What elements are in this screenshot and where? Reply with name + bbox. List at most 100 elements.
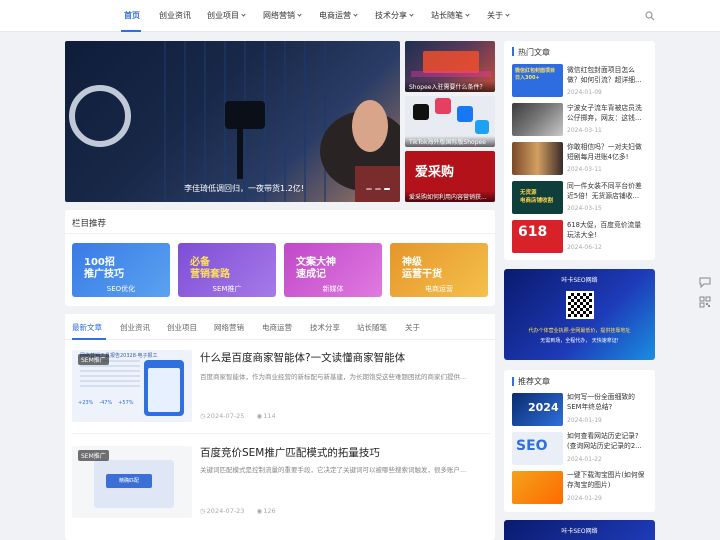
tab-startup-news[interactable]: 创业资讯	[120, 322, 150, 333]
thumb-text: 无货源 电商店铺收割	[520, 190, 554, 204]
nav-home[interactable]: 首页	[124, 10, 140, 21]
hot-title[interactable]: 宁波女子流车背被店员洗公仔掷弃，网友：这钱...	[567, 104, 647, 123]
qr-code-icon[interactable]	[697, 294, 713, 310]
clock-icon: ◷	[200, 507, 206, 515]
thumb-text: 2024	[528, 401, 559, 414]
side-feature-2[interactable]: TikTok海外版国际版Shopee	[405, 96, 495, 147]
article-title[interactable]: 什么是百度商家智能体?一文读懂商家智能体	[200, 350, 405, 365]
section-title: 热门文章	[518, 48, 550, 57]
hero-image	[69, 41, 400, 202]
recommend-date: 2024-01-22	[567, 456, 602, 463]
nav-about[interactable]: 关于	[487, 10, 510, 21]
article-title[interactable]: 百度竞价SEM推广匹配模式的拓量技巧	[200, 445, 380, 460]
recommend-thumb[interactable]: SEO	[512, 432, 563, 465]
eye-icon: ◉	[256, 507, 263, 515]
hot-thumb[interactable]	[512, 142, 563, 175]
slider-caption: 李佳琦低调回归，一夜带货1.2亿!	[184, 184, 304, 193]
ad-banner-2[interactable]: 咔卡SEO网络	[504, 520, 655, 540]
category-tag[interactable]: SEM推广	[78, 450, 109, 461]
article-views: 126	[263, 507, 276, 515]
section-title: 栏目推荐	[72, 219, 107, 229]
category-tag[interactable]: SEM推广	[78, 354, 109, 365]
tile-headline: 文案大神 速成记	[296, 257, 336, 280]
hot-thumb[interactable]: 微信红包封面项目 日入300+	[512, 64, 563, 97]
article-desc: 百度商家智能体，作为商业经营的新标配与新基建，为长期饱受这些难题困扰的商家们提供…	[200, 373, 467, 381]
chevron-down-icon	[297, 12, 302, 17]
side-feature-3[interactable]: 爱采购 爱采购如何利用内容营销获...	[405, 151, 495, 202]
tab-latest[interactable]: 最新文章	[72, 322, 102, 333]
nav-label: 创业项目	[207, 11, 239, 20]
nav-tech[interactable]: 技术分享	[375, 10, 414, 21]
top-nav: 首页 创业资讯 创业项目 网络营销 电商运营 技术分享 站长随笔 关于	[0, 0, 720, 32]
nav-ecommerce[interactable]: 电商运营	[319, 10, 358, 21]
nav-blog[interactable]: 站长随笔	[431, 10, 470, 21]
article-thumb[interactable]: 精确匹配 SEM推广	[72, 446, 192, 518]
stat: -47%	[99, 400, 113, 406]
slider-dot[interactable]	[366, 188, 372, 190]
chat-icon[interactable]	[697, 274, 713, 290]
phone-mockup	[144, 360, 184, 416]
recommend-title[interactable]: 如何查看网站历史记录?(查询网站历史记录的2...	[567, 432, 647, 451]
nav-label: 首页	[124, 11, 140, 20]
ad-banner[interactable]: 咔卡SEO网络 代办个体营业执照-全网最低价，提供挂靠地址 无需到场，全程代办，…	[504, 269, 655, 360]
hot-title[interactable]: 微信红包封面项目怎么做？如何引流？超详细...	[567, 66, 647, 85]
tile-label: 电商运营	[425, 285, 453, 293]
stat: +57%	[118, 400, 134, 406]
article-desc: 关键词匹配模式是控制流量的重要手段，它决定了关键词可以被哪些搜索词触发，很多账户…	[200, 466, 467, 474]
hot-thumb[interactable]: 无货源 电商店铺收割	[512, 181, 563, 214]
tab-startup-projects[interactable]: 创业项目	[167, 322, 197, 333]
hot-title[interactable]: 618大促，百度竞价流量玩法大全!	[567, 221, 647, 240]
stat: +23%	[78, 400, 94, 406]
nav-label: 创业资讯	[159, 11, 191, 20]
tab-about[interactable]: 关于	[405, 322, 420, 333]
tile-headline: 100招 推广技巧	[84, 257, 124, 280]
recommend-thumb[interactable]	[512, 471, 563, 504]
article-thumb[interactable]: 网络营销工具报告20328·电子报工 +23% -47% +57% SEM推广	[72, 350, 192, 422]
side-feature-1[interactable]: Shopee入驻需要什么条件？	[405, 41, 495, 92]
section-title: 推荐文章	[518, 377, 550, 386]
search-icon[interactable]	[645, 11, 655, 21]
chevron-down-icon	[409, 12, 414, 17]
tab-tech[interactable]: 技术分享	[310, 322, 340, 333]
article-date: 2024-07-23	[206, 507, 245, 515]
nav-label: 站长随笔	[431, 11, 463, 20]
tab-active-indicator	[72, 338, 106, 340]
hot-thumb[interactable]	[512, 103, 563, 136]
tile-label: SEO优化	[106, 285, 136, 293]
hot-date: 2024-06-12	[567, 244, 602, 251]
tile-headline: 神级 运营干货	[402, 257, 442, 280]
section-bar	[512, 377, 514, 386]
hero-slider[interactable]: 李佳琦低调回归，一夜带货1.2亿!	[65, 41, 400, 202]
tab-blog[interactable]: 站长随笔	[357, 322, 387, 333]
hot-title[interactable]: 你敢相信吗？一对夫妇做短剧每月进账4亿多!	[567, 143, 647, 162]
chevron-down-icon	[465, 12, 470, 17]
recommend-thumb[interactable]: 2024	[512, 393, 563, 426]
thumb-text: SEO	[516, 438, 548, 454]
tile-headline: 必备 营销套路	[190, 257, 230, 280]
slider-dot[interactable]	[375, 188, 381, 190]
nav-startup-news[interactable]: 创业资讯	[159, 10, 191, 21]
chevron-down-icon	[241, 12, 246, 17]
tile-seo[interactable]: 100招 推广技巧 SEO优化	[72, 243, 170, 297]
ad-line1: 代办个体营业执照-全网最低价，提供挂靠地址	[528, 328, 631, 334]
recommend-date: 2024-01-19	[567, 417, 602, 424]
slider-dot[interactable]	[384, 188, 390, 190]
tile-new-media[interactable]: 文案大神 速成记 新媒体	[284, 243, 382, 297]
nav-online-marketing[interactable]: 网络营销	[263, 10, 302, 21]
feature-caption: 爱采购如何利用内容营销获...	[405, 191, 495, 202]
tile-sem[interactable]: 必备 营销套路 SEM推广	[178, 243, 276, 297]
recommend-title[interactable]: 一键下载淘宝图片(如何保存淘宝的图片)	[567, 471, 647, 490]
nav-startup-projects[interactable]: 创业项目	[207, 10, 246, 21]
tab-online-marketing[interactable]: 网络营销	[214, 322, 244, 333]
chevron-down-icon	[353, 12, 358, 17]
tab-ecommerce[interactable]: 电商运营	[262, 322, 292, 333]
hot-title[interactable]: 同一件女装不同平台价差近5倍！无货源店铺收...	[567, 182, 647, 201]
hot-thumb[interactable]: 618	[512, 220, 563, 253]
tile-ecommerce[interactable]: 神级 运营干货 电商运营	[390, 243, 488, 297]
ad-line2: 无需到场，全程代办， 天快速拿证!	[540, 338, 619, 344]
recommend-title[interactable]: 如何写一份全面细致的SEM年终总结?	[567, 393, 647, 412]
feature-caption: TikTok海外版国际版Shopee	[405, 136, 495, 147]
article-meta: ◷2024-07-25 ◉114	[200, 412, 286, 420]
hot-date: 2024-01-09	[567, 89, 602, 96]
feature-caption: Shopee入驻需要什么条件？	[405, 81, 495, 92]
